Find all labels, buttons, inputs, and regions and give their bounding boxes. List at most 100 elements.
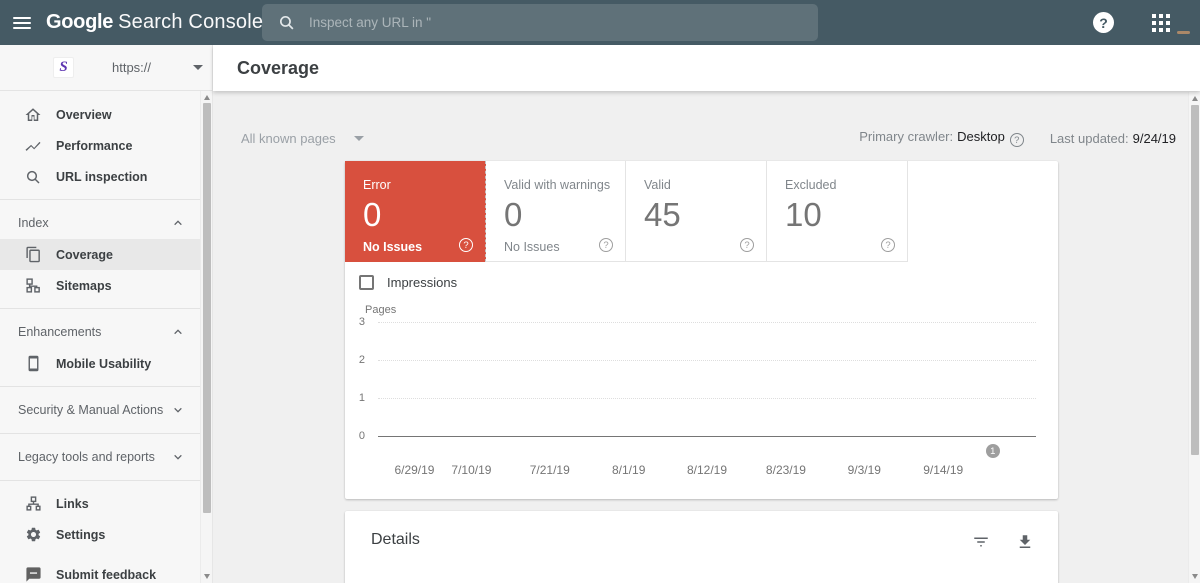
sidebar-nav: Overview Performance URL inspection Inde… <box>0 91 212 583</box>
logo-product: Search Console <box>118 11 263 33</box>
chevron-down-icon <box>173 405 183 415</box>
sidebar-section-security[interactable]: Security & Manual Actions <box>0 394 203 426</box>
x-tick-label: 7/21/19 <box>530 463 570 477</box>
sidebar-item-label: Settings <box>56 528 105 542</box>
report-meta: Primary crawler:Desktop? Last updated:9/… <box>859 129 1176 148</box>
status-cards: Error 0 No Issues ? Valid with warnings … <box>345 161 1058 262</box>
hamburger-icon <box>13 14 31 32</box>
help-icon[interactable]: ? <box>1093 12 1114 33</box>
x-tick-label: 6/29/19 <box>394 463 434 477</box>
card-error[interactable]: Error 0 No Issues ? <box>345 161 486 262</box>
menu-button[interactable] <box>0 14 44 32</box>
avatar[interactable] <box>1177 31 1190 34</box>
details-title: Details <box>371 531 420 583</box>
gridline: 1 <box>378 398 1036 436</box>
performance-icon <box>24 137 42 155</box>
card-help-icon[interactable]: ? <box>740 238 754 252</box>
sidebar-item-links[interactable]: Links <box>0 488 203 519</box>
sidebar-item-mobile-usability[interactable]: Mobile Usability <box>0 348 203 379</box>
chevron-down-icon <box>193 65 203 70</box>
card-label: Error <box>363 178 485 192</box>
x-tick-label: 9/14/19 <box>923 463 963 477</box>
feedback-icon <box>24 566 42 583</box>
x-tick-label: 8/1/19 <box>612 463 645 477</box>
sidebar-item-label: Overview <box>56 108 112 122</box>
sidebar-item-url-inspection[interactable]: URL inspection <box>0 161 203 192</box>
x-tick-label: 9/3/19 <box>848 463 881 477</box>
impressions-label: Impressions <box>387 275 457 290</box>
sidebar: S https:// Overview Performance URL insp… <box>0 45 212 583</box>
coverage-pages-icon <box>24 246 42 264</box>
page-scope-dropdown[interactable]: All known pages <box>241 131 364 146</box>
sidebar-section-legacy[interactable]: Legacy tools and reports <box>0 441 203 473</box>
sidebar-scrollbar[interactable] <box>200 91 212 583</box>
sidebar-item-label: Coverage <box>56 248 113 262</box>
chevron-up-icon <box>173 327 183 337</box>
sidebar-item-submit-feedback[interactable]: Submit feedback <box>0 559 203 583</box>
magnifier-icon <box>24 168 42 186</box>
top-app-bar: GoogleSearch Console ? <box>0 0 1200 45</box>
card-valid[interactable]: Valid 45 ? <box>626 161 767 262</box>
property-favicon: S <box>53 57 74 78</box>
scrollbar-thumb[interactable] <box>1191 105 1199 455</box>
card-valid-with-warnings[interactable]: Valid with warnings 0 No Issues ? <box>485 161 626 262</box>
scroll-down-arrow[interactable] <box>204 574 210 579</box>
x-tick-label: 8/12/19 <box>687 463 727 477</box>
card-help-icon[interactable]: ? <box>881 238 895 252</box>
updated-value: 9/24/19 <box>1133 131 1176 146</box>
scroll-down-arrow[interactable] <box>1192 574 1198 579</box>
checkbox-icon[interactable] <box>359 275 374 290</box>
sidebar-item-performance[interactable]: Performance <box>0 130 203 161</box>
apps-grid-icon[interactable] <box>1152 14 1170 32</box>
x-tick-label: 7/10/19 <box>451 463 491 477</box>
sidebar-item-label: Links <box>56 497 89 511</box>
scroll-up-arrow[interactable] <box>1192 96 1198 101</box>
card-excluded[interactable]: Excluded 10 ? <box>767 161 908 262</box>
gridline: 3 <box>378 322 1036 360</box>
sidebar-item-label: Submit feedback <box>56 568 156 582</box>
crawler-label: Primary crawler: <box>859 129 953 144</box>
chevron-down-icon <box>354 136 364 141</box>
sidebar-item-coverage[interactable]: Coverage <box>0 239 203 270</box>
annotation-badge[interactable]: 1 <box>986 444 1000 458</box>
card-value: 0 <box>363 198 485 231</box>
gridlines: 3210 <box>378 322 1036 437</box>
sidebar-item-label: Mobile Usability <box>56 357 151 371</box>
sidebar-item-sitemaps[interactable]: Sitemaps <box>0 270 203 301</box>
search-input[interactable] <box>309 15 806 30</box>
sidebar-section-index[interactable]: Index <box>0 207 203 239</box>
sidebar-section-enhancements[interactable]: Enhancements <box>0 316 203 348</box>
links-icon <box>24 495 42 513</box>
sidebar-item-label: Sitemaps <box>56 279 112 293</box>
coverage-summary-panel: Error 0 No Issues ? Valid with warnings … <box>345 161 1058 499</box>
home-icon <box>24 106 42 124</box>
main-content: Coverage All known pages Primary crawler… <box>212 45 1200 583</box>
primary-crawler: Primary crawler:Desktop? <box>859 129 1024 148</box>
sidebar-item-label: Performance <box>56 139 132 153</box>
smartphone-icon <box>24 355 42 373</box>
sidebar-item-overview[interactable]: Overview <box>0 99 203 130</box>
details-panel: Details <box>345 511 1058 583</box>
filter-icon[interactable] <box>972 533 990 551</box>
report-scroll-area: All known pages Primary crawler:Desktop?… <box>213 91 1200 583</box>
page-title: Coverage <box>237 58 319 79</box>
card-value: 0 <box>504 198 625 231</box>
main-scrollbar[interactable] <box>1188 92 1200 583</box>
sidebar-item-settings[interactable]: Settings <box>0 519 203 550</box>
y-axis-label: Pages <box>365 304 1036 316</box>
card-help-icon[interactable]: ? <box>459 238 473 252</box>
impressions-checkbox[interactable]: Impressions <box>359 275 457 290</box>
url-inspect-searchbox[interactable] <box>262 4 818 41</box>
search-icon <box>278 14 295 31</box>
property-selector[interactable]: S https:// <box>0 45 212 91</box>
gridline: 0 <box>378 436 1036 437</box>
scrollbar-thumb[interactable] <box>203 103 211 513</box>
scroll-up-arrow[interactable] <box>204 95 210 100</box>
card-help-icon[interactable]: ? <box>599 238 613 252</box>
chevron-down-icon <box>173 452 183 462</box>
divider <box>0 308 203 309</box>
divider <box>0 199 203 200</box>
x-tick-label: 8/23/19 <box>766 463 806 477</box>
download-icon[interactable] <box>1016 533 1034 551</box>
crawler-help-icon[interactable]: ? <box>1010 133 1024 147</box>
